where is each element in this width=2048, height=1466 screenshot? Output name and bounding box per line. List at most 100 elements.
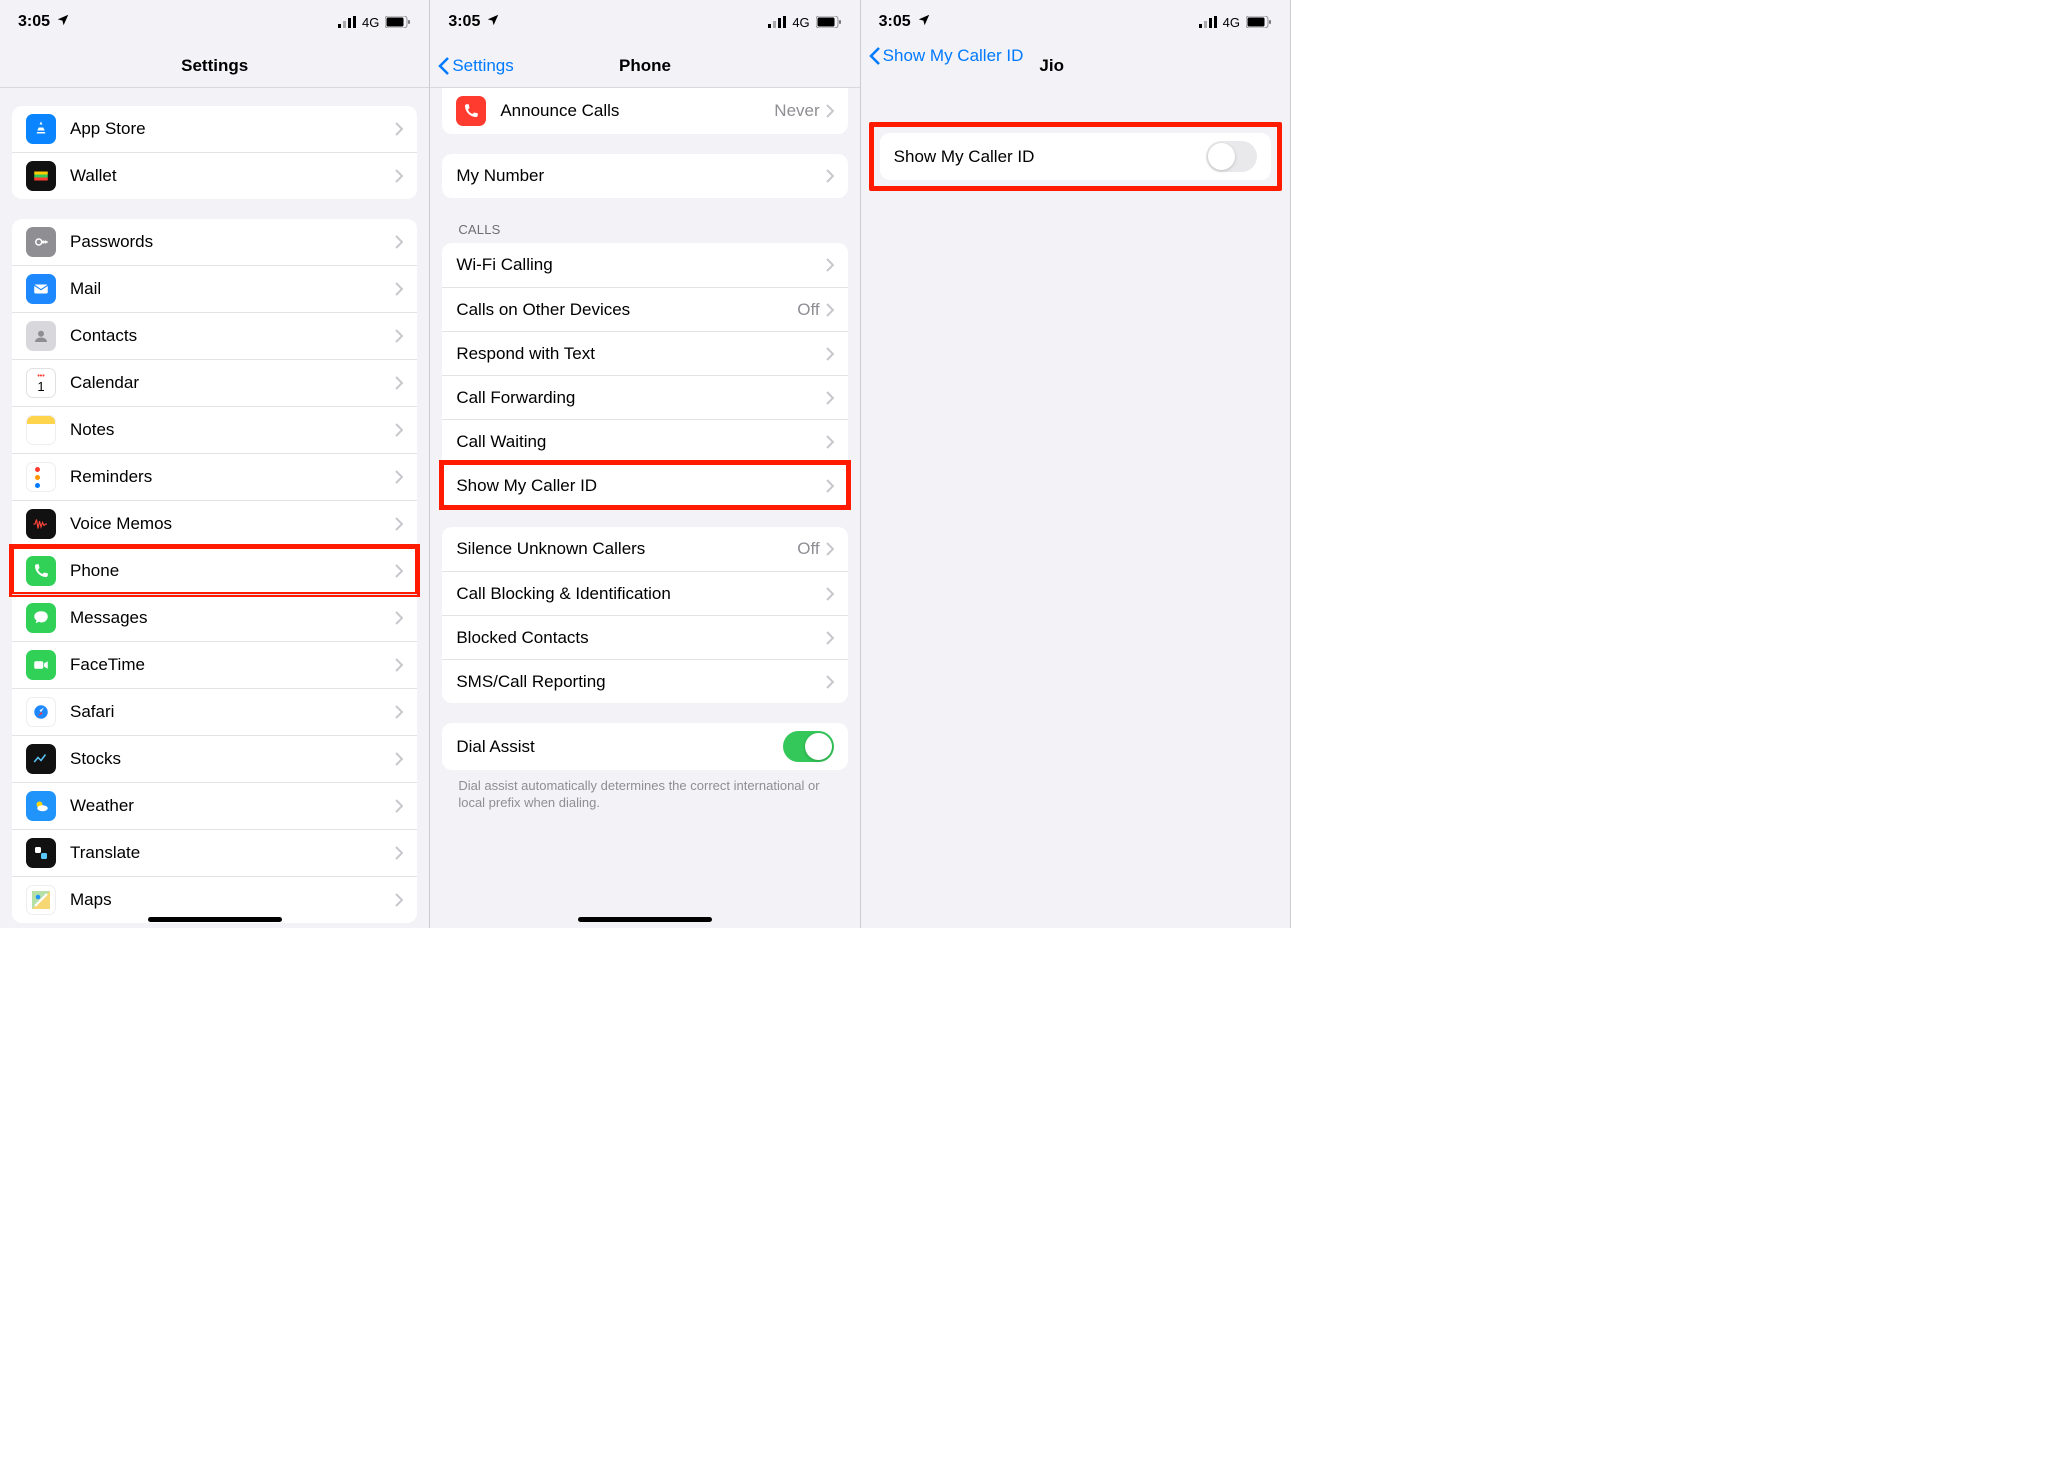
row-announce-calls[interactable]: Announce Calls Never	[442, 88, 847, 134]
row-silence-unknown[interactable]: Silence Unknown Callers Off	[442, 527, 847, 571]
location-icon	[56, 13, 70, 32]
dial-assist-footer: Dial assist automatically determines the…	[458, 778, 831, 812]
row-value: Off	[797, 539, 819, 559]
caller-id-list[interactable]: Show My Caller ID	[861, 88, 1290, 928]
chevron-right-icon	[826, 258, 834, 272]
chevron-right-icon	[395, 376, 403, 390]
row-label: Weather	[70, 796, 395, 816]
chevron-right-icon	[395, 893, 403, 907]
status-bar: 3:05 4G	[430, 0, 859, 44]
signal-icon	[338, 16, 356, 28]
chevron-right-icon	[395, 846, 403, 860]
chevron-right-icon	[395, 329, 403, 343]
chevron-right-icon	[395, 705, 403, 719]
wallet-icon	[26, 161, 56, 191]
chevron-right-icon	[826, 479, 834, 493]
row-call-blocking[interactable]: Call Blocking & Identification	[442, 571, 847, 615]
chevron-right-icon	[395, 564, 403, 578]
chevron-right-icon	[395, 122, 403, 136]
row-respond-text[interactable]: Respond with Text	[442, 331, 847, 375]
row-sms-reporting[interactable]: SMS/Call Reporting	[442, 659, 847, 703]
phone-settings-list[interactable]: Announce Calls Never My Number CALLS Wi-…	[430, 88, 859, 928]
row-blocked-contacts[interactable]: Blocked Contacts	[442, 615, 847, 659]
row-label: Safari	[70, 702, 395, 722]
row-phone[interactable]: Phone	[12, 547, 417, 594]
row-label: SMS/Call Reporting	[456, 672, 825, 692]
mynumber-group: My Number	[442, 154, 847, 198]
battery-icon	[385, 16, 411, 28]
dial-assist-toggle[interactable]	[783, 731, 834, 762]
row-show-caller-id[interactable]: Show My Caller ID	[442, 463, 847, 507]
row-wallet[interactable]: Wallet	[12, 152, 417, 199]
weather-icon	[26, 791, 56, 821]
row-label: Blocked Contacts	[456, 628, 825, 648]
row-facetime[interactable]: FaceTime	[12, 641, 417, 688]
settings-list[interactable]: App Store Wallet Passwords	[0, 88, 429, 928]
row-label: Calls on Other Devices	[456, 300, 797, 320]
row-label: Reminders	[70, 467, 395, 487]
row-label: Respond with Text	[456, 344, 825, 364]
row-wifi-calling[interactable]: Wi-Fi Calling	[442, 243, 847, 287]
status-time: 3:05	[448, 13, 480, 31]
location-icon	[486, 13, 500, 32]
row-label: Wallet	[70, 166, 395, 186]
notes-icon	[26, 415, 56, 445]
caller-id-toggle[interactable]	[1206, 141, 1257, 172]
row-reminders[interactable]: Reminders	[12, 453, 417, 500]
reminders-icon	[26, 462, 56, 492]
blocking-group: Silence Unknown Callers Off Call Blockin…	[442, 527, 847, 703]
row-label: Dial Assist	[456, 737, 782, 757]
row-label: Call Forwarding	[456, 388, 825, 408]
status-bar: 3:05 4G	[0, 0, 429, 44]
status-network: 4G	[792, 15, 809, 30]
back-button[interactable]: Show My Caller ID	[869, 46, 1024, 66]
row-stocks[interactable]: Stocks	[12, 735, 417, 782]
chevron-right-icon	[395, 611, 403, 625]
navbar: Settings Phone	[430, 44, 859, 88]
home-indicator	[148, 917, 282, 922]
announce-icon	[456, 96, 486, 126]
row-label: Wi-Fi Calling	[456, 255, 825, 275]
row-app-store[interactable]: App Store	[12, 106, 417, 152]
row-translate[interactable]: Translate	[12, 829, 417, 876]
chevron-right-icon	[826, 104, 834, 118]
row-dial-assist[interactable]: Dial Assist	[442, 723, 847, 770]
row-weather[interactable]: Weather	[12, 782, 417, 829]
battery-icon	[816, 16, 842, 28]
chevron-right-icon	[826, 675, 834, 689]
row-call-forwarding[interactable]: Call Forwarding	[442, 375, 847, 419]
row-voice-memos[interactable]: Voice Memos	[12, 500, 417, 547]
row-contacts[interactable]: Contacts	[12, 312, 417, 359]
row-calendar[interactable]: •••1 Calendar	[12, 359, 417, 406]
maps-icon	[26, 885, 56, 915]
row-show-my-caller-id[interactable]: Show My Caller ID	[880, 133, 1271, 180]
caller-id-group: Show My Caller ID	[880, 133, 1271, 180]
row-call-waiting[interactable]: Call Waiting	[442, 419, 847, 463]
row-notes[interactable]: Notes	[12, 406, 417, 453]
row-label: Stocks	[70, 749, 395, 769]
row-label: Passwords	[70, 232, 395, 252]
settings-group-apps2: Passwords Mail Contacts •••1	[12, 219, 417, 923]
navbar: Settings	[0, 44, 429, 88]
home-indicator	[578, 917, 712, 922]
back-button[interactable]: Settings	[438, 56, 513, 76]
row-label: Announce Calls	[500, 101, 774, 121]
translate-icon	[26, 838, 56, 868]
chevron-right-icon	[826, 303, 834, 317]
row-passwords[interactable]: Passwords	[12, 219, 417, 265]
screen-phone-settings: 3:05 4G Settings Phone	[430, 0, 860, 928]
nav-title: Jio	[1039, 56, 1064, 76]
row-safari[interactable]: Safari	[12, 688, 417, 735]
signal-icon	[768, 16, 786, 28]
row-my-number[interactable]: My Number	[442, 154, 847, 198]
row-other-devices[interactable]: Calls on Other Devices Off	[442, 287, 847, 331]
row-maps[interactable]: Maps	[12, 876, 417, 923]
row-mail[interactable]: Mail	[12, 265, 417, 312]
passwords-icon	[26, 227, 56, 257]
row-label: Show My Caller ID	[894, 147, 1206, 167]
chevron-right-icon	[826, 631, 834, 645]
row-label: Contacts	[70, 326, 395, 346]
messages-icon	[26, 603, 56, 633]
row-messages[interactable]: Messages	[12, 594, 417, 641]
calls-group: Wi-Fi Calling Calls on Other Devices Off…	[442, 243, 847, 507]
